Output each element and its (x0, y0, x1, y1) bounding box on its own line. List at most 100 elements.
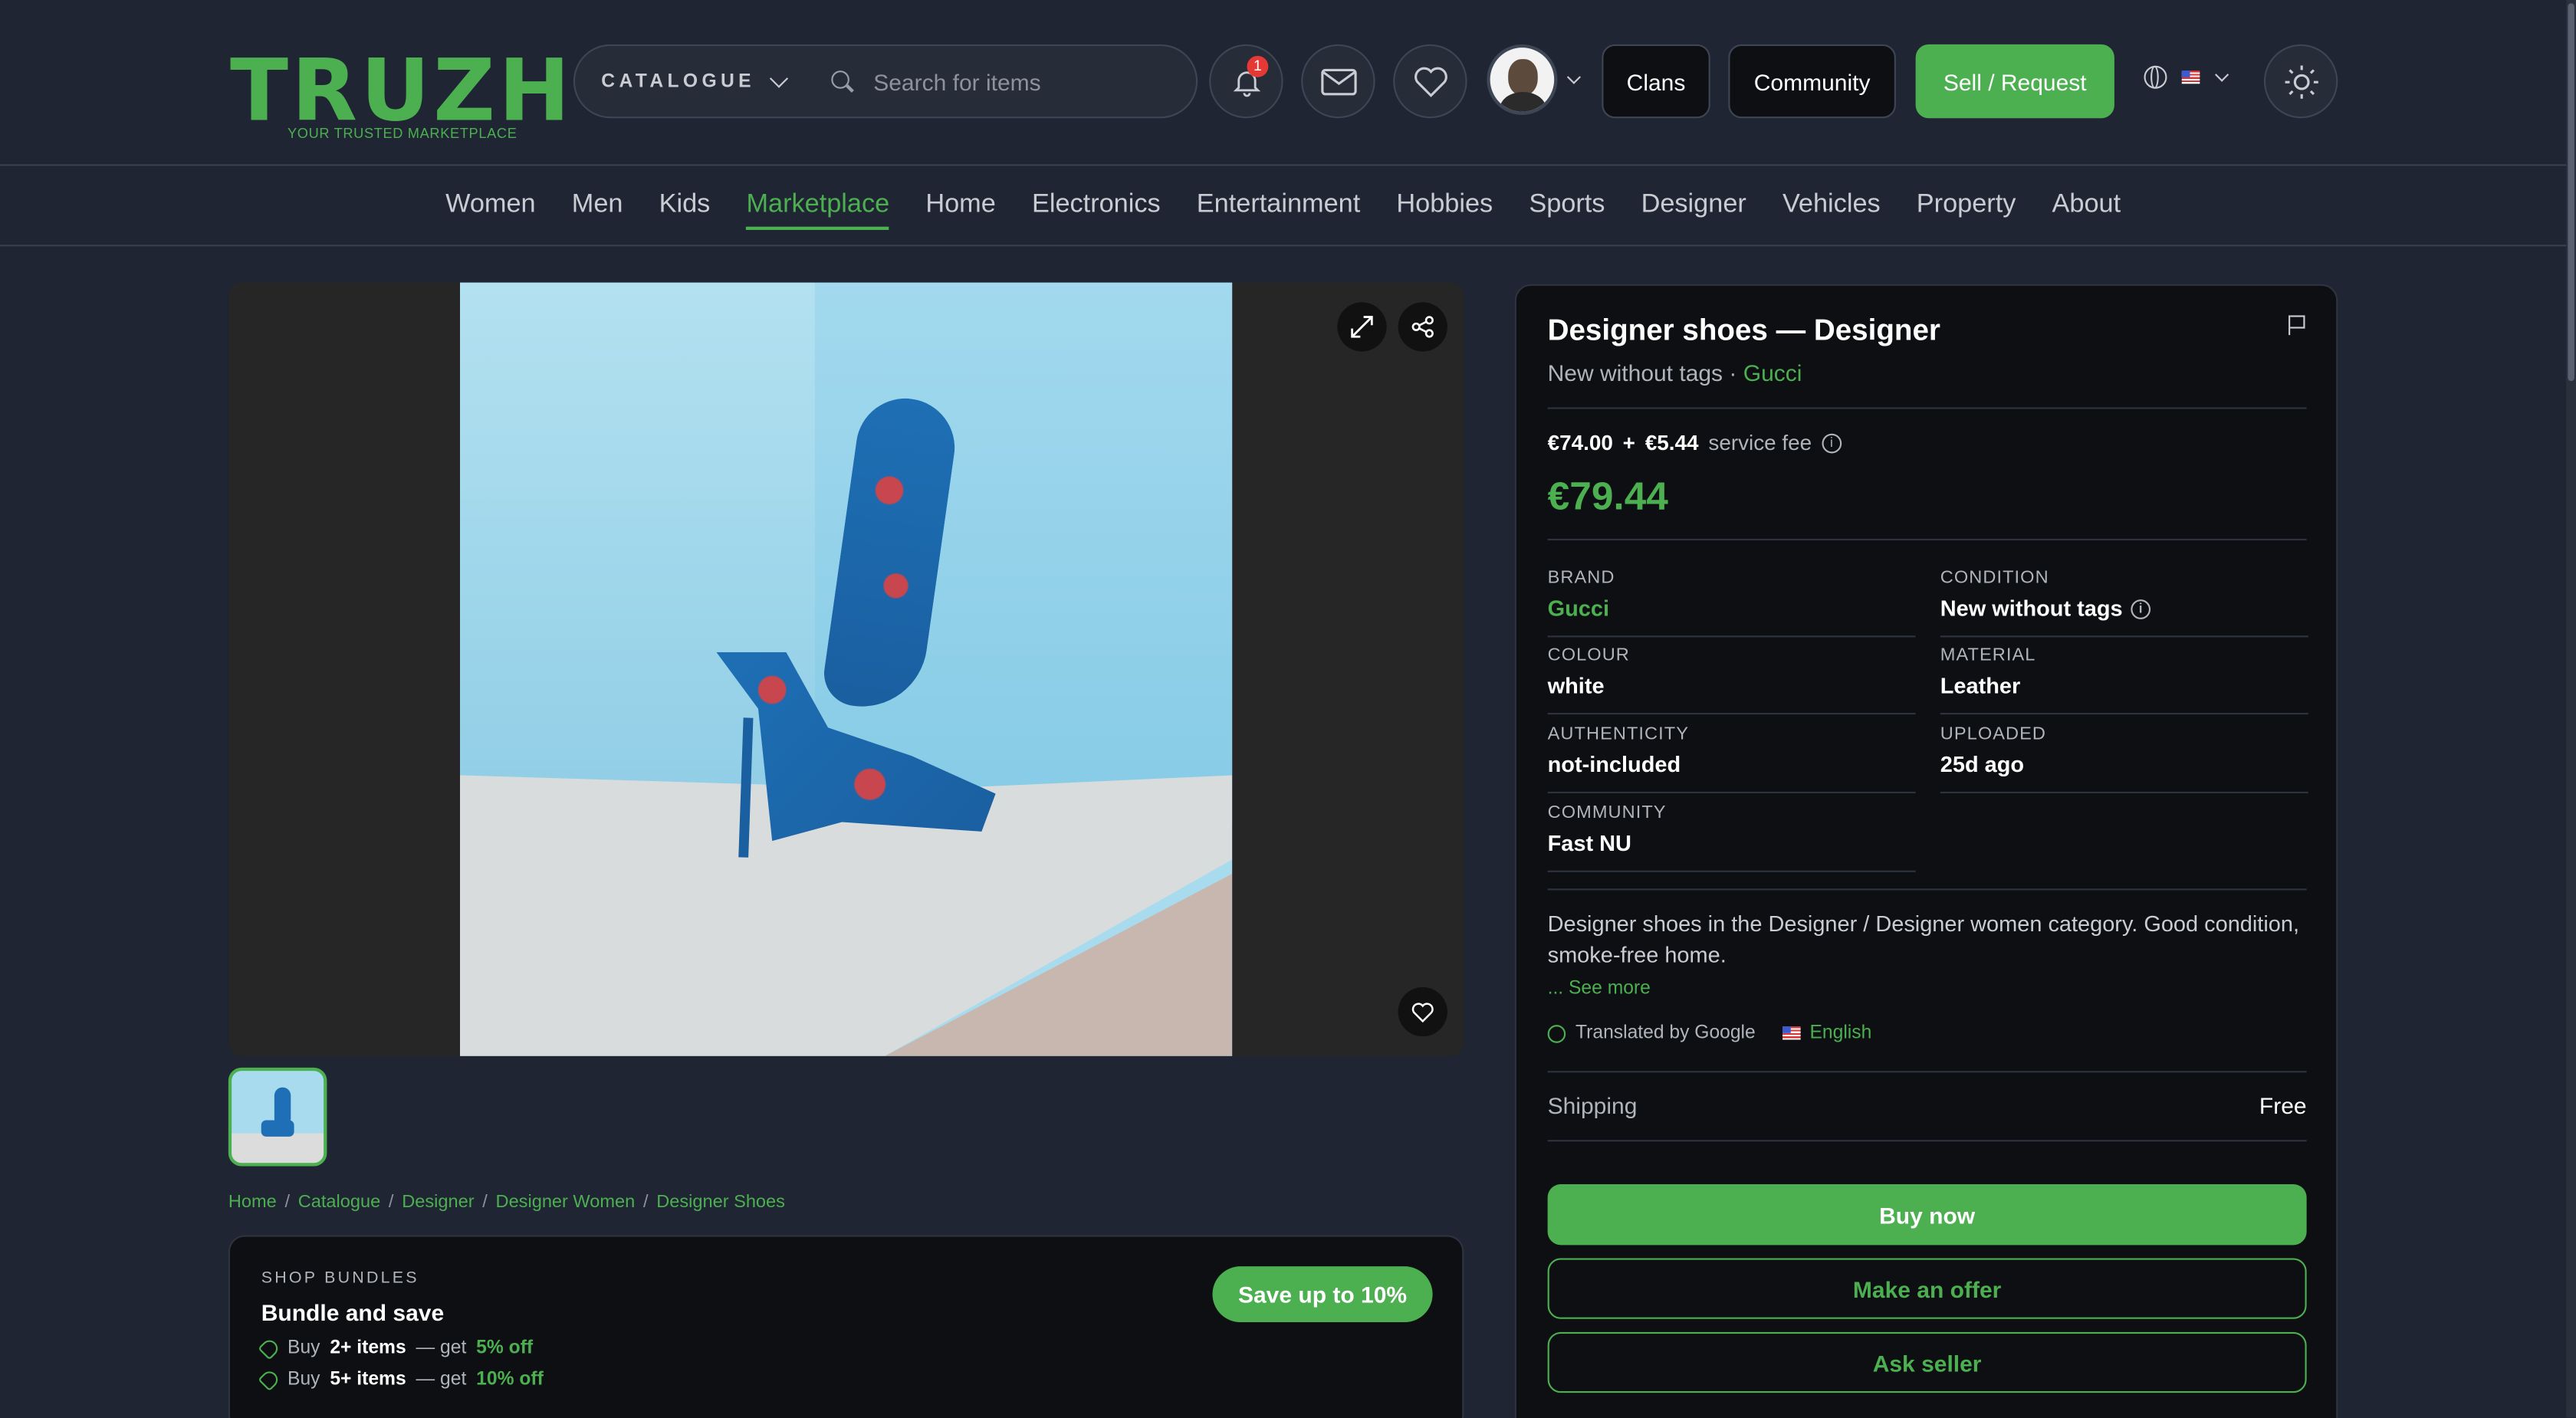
buy-now-button[interactable]: Buy now (1547, 1184, 2307, 1246)
total-price: €79.44 (1547, 474, 1668, 520)
messages-button[interactable] (1301, 44, 1375, 119)
gallery-favorite-button[interactable] (1398, 986, 1447, 1037)
image-thumbnail[interactable] (228, 1067, 327, 1167)
tier-qty: 2+ items (330, 1338, 406, 1359)
condition-text: New without tags · (1547, 359, 1737, 386)
logo-tagline: YOUR TRUSTED MARKETPLACE (288, 124, 518, 142)
heart-icon (1413, 66, 1447, 97)
chevron-down-icon[interactable] (1566, 70, 1581, 84)
nav-item-vehicles[interactable]: Vehicles (1783, 183, 1881, 229)
price-breakdown: €74.00 + €5.44 service fee i (1548, 430, 1842, 455)
bundles-title: Bundle and save (261, 1299, 445, 1326)
tier-buy: Buy (288, 1338, 320, 1359)
page-scrollbar[interactable] (2566, 0, 2576, 1418)
notification-badge: 1 (1247, 55, 1269, 77)
language-selector[interactable] (2144, 65, 2229, 89)
us-flag-icon (2181, 71, 2200, 84)
nav-item-designer[interactable]: Designer (1641, 183, 1746, 229)
product-title: Designer shoes — Designer (1547, 313, 1940, 347)
save-up-button[interactable]: Save up to 10% (1212, 1266, 1433, 1323)
search-icon (830, 70, 854, 93)
expand-icon (1351, 316, 1373, 338)
nav-item-kids[interactable]: Kids (659, 183, 711, 229)
attr-condition: CONDITION New without tags i (1940, 559, 2308, 638)
info-icon[interactable]: i (1822, 432, 1842, 453)
breadcrumb-separator: / (642, 1192, 649, 1213)
share-icon (1411, 316, 1434, 338)
item-price: €74.00 (1547, 430, 1613, 455)
info-icon[interactable]: i (2131, 599, 2151, 619)
nav-item-women[interactable]: Women (445, 183, 536, 229)
share-button[interactable] (1398, 302, 1447, 352)
logo-wordmark: TRUZH (230, 42, 573, 142)
plus-sign: + (1622, 430, 1635, 455)
globe-icon (1547, 1024, 1566, 1042)
shipping-label: Shipping (1547, 1092, 1638, 1119)
nav-item-about[interactable]: About (2052, 183, 2121, 229)
community-button[interactable]: Community (1728, 44, 1896, 119)
top-bar: TRUZH YOUR TRUSTED MARKETPLACE CATALOGUE… (0, 0, 2567, 166)
theme-toggle-button[interactable] (2263, 44, 2338, 119)
see-more-link[interactable]: ... See more (1548, 979, 1651, 999)
breadcrumb-link[interactable]: Home (228, 1193, 277, 1213)
attr-material: MATERIAL Leather (1940, 635, 2308, 715)
bundle-tier: Buy 5+ items — get 10% off (258, 1367, 544, 1392)
shipping-value: Free (2259, 1092, 2307, 1119)
nav-item-hobbies[interactable]: Hobbies (1396, 183, 1493, 229)
category-nav: Women Men Kids Marketplace Home Electronics En… (0, 168, 2567, 247)
tier-mid: — get (416, 1338, 467, 1359)
site-logo[interactable]: TRUZH YOUR TRUSTED MARKETPLACE (230, 16, 570, 147)
notifications-button[interactable]: 1 (1209, 44, 1283, 119)
tier-discount: 10% off (476, 1370, 544, 1390)
breadcrumb-separator: / (388, 1192, 394, 1213)
tag-icon (258, 1337, 281, 1361)
language-link[interactable]: English (1809, 1023, 1871, 1043)
breadcrumb-link[interactable]: Designer (402, 1193, 474, 1213)
catalogue-label: CATALOGUE (601, 71, 755, 91)
globe-icon (2144, 65, 2167, 89)
attr-authenticity: AUTHENTICITY not-included (1547, 714, 1916, 794)
nav-item-property[interactable]: Property (1917, 183, 2016, 229)
tag-icon (258, 1367, 281, 1392)
clans-button[interactable]: Clans (1602, 44, 1710, 119)
ask-seller-button[interactable]: Ask seller (1547, 1331, 2307, 1393)
breadcrumb-separator: / (482, 1192, 488, 1213)
nav-item-sports[interactable]: Sports (1529, 183, 1605, 229)
product-image[interactable] (460, 282, 1233, 1056)
breadcrumb-link[interactable]: Designer Shoes (656, 1193, 785, 1213)
breadcrumb-link[interactable]: Catalogue (298, 1193, 380, 1213)
us-flag-icon (1782, 1026, 1800, 1040)
condition-value: New without tags (1940, 596, 2123, 622)
brand-link[interactable]: Gucci (1743, 359, 1802, 386)
service-fee-label: service fee (1708, 430, 1812, 455)
tier-buy: Buy (288, 1370, 320, 1390)
breadcrumb-link[interactable]: Designer Women (496, 1193, 636, 1213)
brand-value-link[interactable]: Gucci (1548, 596, 1609, 621)
service-fee-amount: €5.44 (1644, 430, 1699, 455)
nav-item-men[interactable]: Men (572, 183, 623, 229)
make-offer-button[interactable]: Make an offer (1547, 1258, 2307, 1319)
search-input[interactable] (873, 67, 1186, 95)
nav-item-electronics[interactable]: Electronics (1032, 183, 1161, 229)
bundle-tier: Buy 2+ items — get 5% off (258, 1337, 533, 1361)
tier-mid: — get (416, 1370, 467, 1390)
sell-request-button[interactable]: Sell / Request (1915, 44, 2114, 119)
scrollbar-thumb[interactable] (2568, 3, 2574, 382)
attr-community: COMMUNITY Fast NU (1547, 793, 1916, 872)
favorites-button[interactable] (1393, 44, 1467, 119)
attr-uploaded: UPLOADED 25d ago (1940, 714, 2308, 794)
mail-icon (1320, 67, 1356, 95)
translated-by-text: Translated by Google (1576, 1023, 1756, 1043)
avatar[interactable] (1487, 44, 1558, 116)
nav-item-entertainment[interactable]: Entertainment (1197, 183, 1360, 229)
sun-icon (2284, 64, 2318, 98)
nav-item-home[interactable]: Home (925, 183, 995, 229)
fullscreen-button[interactable] (1337, 302, 1387, 352)
chevron-down-icon (769, 68, 788, 87)
catalogue-dropdown[interactable]: CATALOGUE (601, 68, 788, 91)
product-subtitle: New without tags · Gucci (1548, 359, 1802, 386)
report-flag-icon[interactable] (2288, 315, 2305, 336)
breadcrumb: Home / Catalogue / Designer / Designer Women / D… (228, 1193, 785, 1213)
product-gallery (228, 282, 1464, 1056)
nav-item-marketplace[interactable]: Marketplace (746, 183, 890, 229)
